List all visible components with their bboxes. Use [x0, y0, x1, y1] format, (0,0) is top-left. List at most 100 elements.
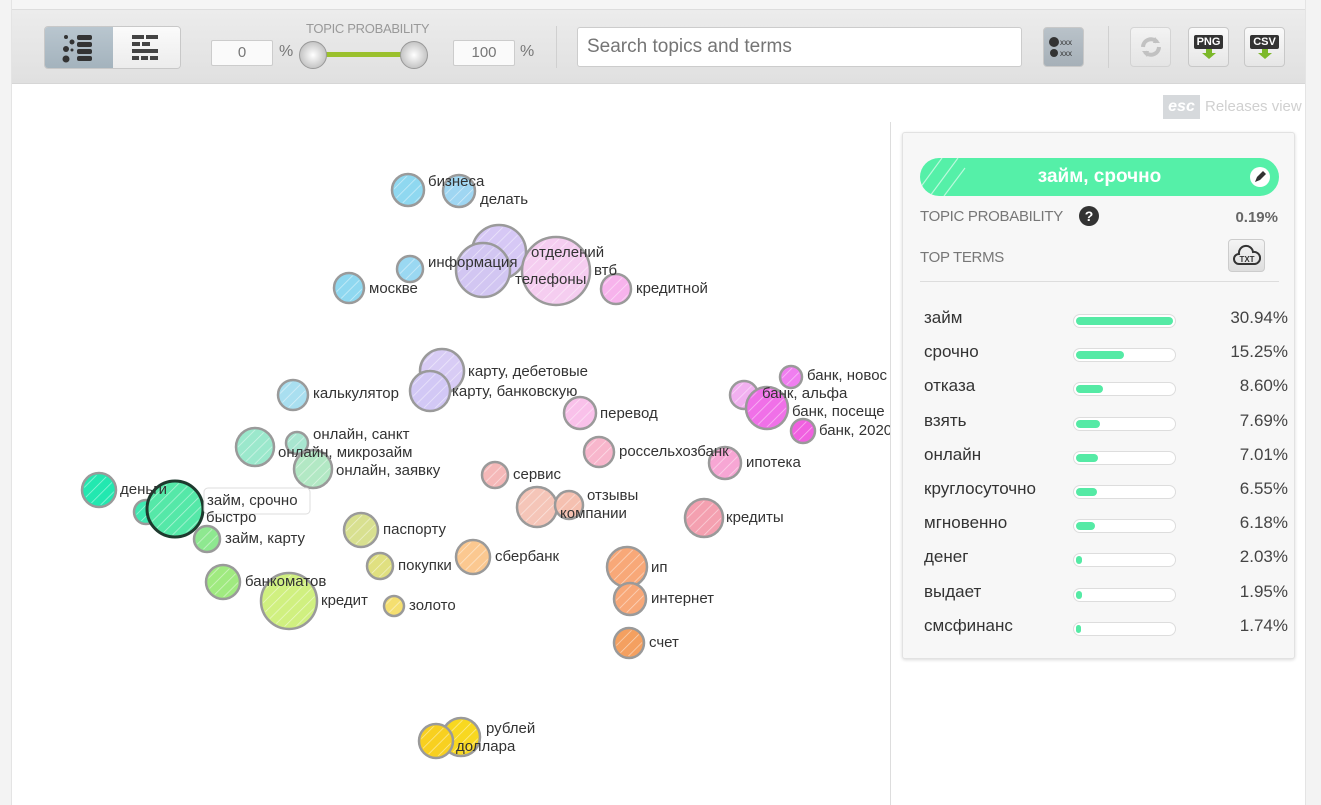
topic-bubble[interactable]: [365, 551, 395, 581]
topic-bubble[interactable]: [332, 271, 366, 305]
topic-bubble[interactable]: [683, 497, 725, 539]
bubble-label[interactable]: паспорту: [383, 521, 446, 538]
bubble-label[interactable]: интернет: [651, 590, 714, 607]
term-row[interactable]: онлайн 7.01%: [924, 445, 1288, 475]
bubble-label[interactable]: онлайн, микрозайм: [278, 444, 412, 461]
min-probability-input[interactable]: 0: [211, 40, 273, 66]
bubble-label[interactable]: делать: [480, 191, 528, 208]
topic-bubble[interactable]: [276, 378, 310, 412]
topic-bubble[interactable]: [515, 485, 559, 529]
edit-pencil-icon[interactable]: [1249, 166, 1271, 188]
term-row[interactable]: круглосуточно 6.55%: [924, 479, 1288, 509]
term-row[interactable]: займ 30.94%: [924, 308, 1288, 338]
bubble-label[interactable]: кредиты: [726, 509, 784, 526]
list-view-button[interactable]: [112, 27, 180, 68]
bubble-label[interactable]: отзывы: [587, 487, 638, 504]
help-icon[interactable]: ?: [1078, 205, 1100, 227]
bubble-label[interactable]: ипотека: [746, 454, 801, 471]
term-row[interactable]: денег 2.03%: [924, 547, 1288, 577]
search-input[interactable]: [577, 27, 1022, 67]
term-label: смсфинанс: [924, 615, 1013, 635]
term-bar-fill: [1076, 317, 1173, 325]
bubble-label[interactable]: бизнеса: [428, 173, 485, 190]
bubble-label[interactable]: компании: [560, 505, 627, 522]
legend-toggle-button[interactable]: xxx xxx: [1043, 27, 1084, 67]
bubble-label[interactable]: быстро: [206, 509, 256, 526]
topic-bubble[interactable]: [342, 511, 380, 549]
bubble-label[interactable]: информация: [428, 254, 517, 271]
term-row[interactable]: смсфинанс 1.74%: [924, 616, 1288, 646]
term-row[interactable]: мгновенно 6.18%: [924, 513, 1288, 543]
topic-bubble[interactable]: [612, 581, 648, 617]
topic-bubble[interactable]: [395, 254, 425, 284]
topic-bubble[interactable]: [408, 369, 452, 413]
export-csv-button[interactable]: CSV: [1244, 27, 1285, 67]
export-png-button[interactable]: PNG: [1188, 27, 1229, 67]
bubble-label[interactable]: онлайн, заявку: [336, 462, 441, 479]
bubble-label[interactable]: доллара: [456, 738, 516, 755]
topic-bubble[interactable]: [417, 722, 455, 760]
bubble-label[interactable]: кредитной: [636, 280, 708, 297]
bubble-label[interactable]: перевод: [600, 405, 658, 422]
min-slider-handle[interactable]: [299, 41, 327, 69]
topic-probability-value: 0.19%: [1235, 209, 1278, 226]
bubble-label[interactable]: отделений: [531, 244, 604, 261]
bubble-label[interactable]: москве: [369, 280, 418, 297]
topic-bubble[interactable]: [80, 471, 118, 509]
topic-bubble[interactable]: [390, 172, 426, 208]
bubble-label[interactable]: карту, дебетовые: [468, 363, 588, 380]
bubble-label[interactable]: рублей: [486, 720, 535, 737]
bubble-label[interactable]: сервис: [513, 466, 562, 483]
bubble-label[interactable]: счет: [649, 634, 679, 651]
bubble-label[interactable]: деньги: [120, 481, 167, 498]
term-row[interactable]: срочно 15.25%: [924, 342, 1288, 372]
bubble-label[interactable]: кредит: [321, 592, 368, 609]
releases-view-link[interactable]: Releases view: [1205, 98, 1302, 115]
term-row[interactable]: выдает 1.95%: [924, 582, 1288, 612]
term-value: 2.03%: [1239, 547, 1288, 567]
term-row[interactable]: взять 7.69%: [924, 411, 1288, 441]
topic-bubble[interactable]: [234, 426, 276, 468]
bubble-label[interactable]: сбербанк: [495, 548, 559, 565]
topic-bubble[interactable]: [789, 417, 817, 445]
bubble-label[interactable]: ип: [651, 559, 668, 576]
refresh-icon: [1140, 37, 1161, 57]
export-txt-button[interactable]: TXT: [1228, 239, 1265, 272]
bubble-label[interactable]: золото: [409, 597, 456, 614]
bubble-view-button[interactable]: [45, 27, 113, 68]
term-row[interactable]: отказа 8.60%: [924, 376, 1288, 406]
topic-bubble[interactable]: [454, 538, 492, 576]
bubble-label[interactable]: банк, новос: [807, 367, 888, 384]
topic-bubble[interactable]: [605, 545, 649, 589]
max-probability-input[interactable]: 100: [453, 40, 515, 66]
download-arrow-icon: [1201, 49, 1216, 59]
topic-bubble[interactable]: [204, 563, 242, 601]
term-value: 1.95%: [1239, 581, 1288, 601]
term-value: 15.25%: [1230, 342, 1288, 362]
max-slider-handle[interactable]: [400, 41, 428, 69]
bubble-label[interactable]: втб: [594, 262, 617, 279]
esc-key-badge[interactable]: esc: [1163, 95, 1200, 119]
bubble-label[interactable]: онлайн, санкт: [313, 426, 410, 443]
bubble-label[interactable]: банк, 2020: [819, 422, 890, 439]
topic-bubble[interactable]: [582, 435, 616, 469]
scrollbar[interactable]: [1305, 0, 1321, 805]
bubble-label[interactable]: россельхозбанк: [619, 443, 729, 460]
bubble-label[interactable]: банк, посеще: [792, 403, 885, 420]
bubble-label[interactable]: покупки: [398, 557, 452, 574]
term-label: отказа: [924, 376, 976, 396]
topic-bubble[interactable]: [562, 395, 598, 431]
bubble-label[interactable]: калькулятор: [313, 385, 399, 402]
refresh-button[interactable]: [1130, 27, 1171, 67]
bubble-label[interactable]: телефоны: [515, 271, 586, 288]
bubble-label[interactable]: займ, карту: [225, 530, 306, 547]
topic-bubble[interactable]: [480, 460, 510, 490]
topic-bubble[interactable]: [612, 626, 646, 660]
term-value: 1.74%: [1239, 615, 1288, 635]
bubble-label[interactable]: карту, банковскую: [452, 383, 577, 400]
topic-bubble[interactable]: [192, 524, 222, 554]
bubble-label[interactable]: банк, альфа: [762, 385, 848, 402]
term-label: взять: [924, 410, 967, 430]
bubble-label[interactable]: банкоматов: [245, 573, 326, 590]
topic-bubble[interactable]: [382, 594, 406, 618]
